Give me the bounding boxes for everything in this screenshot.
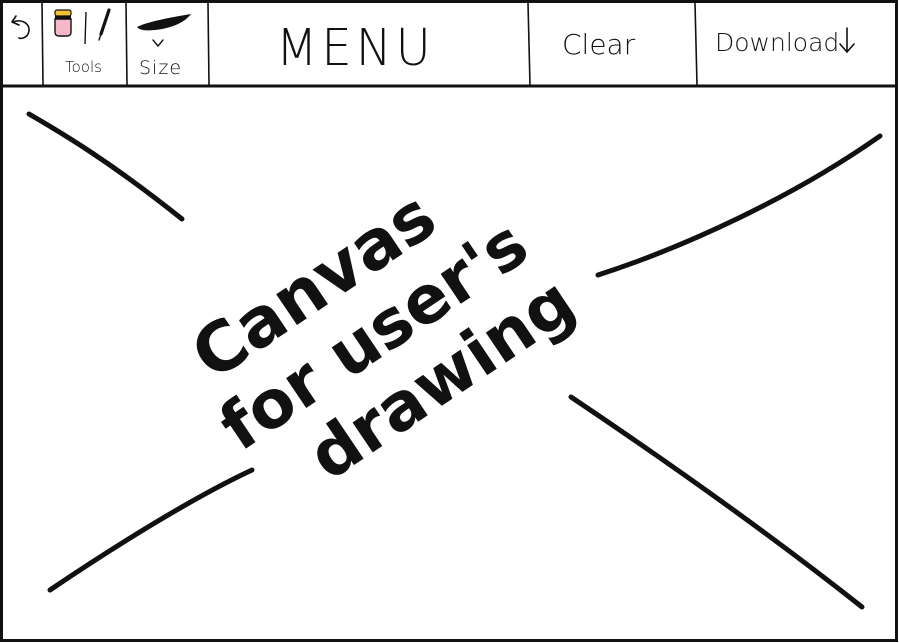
clear-label: Clear [562,28,636,61]
canvas-placeholder-illustration: Canvas for user's drawing [26,111,883,610]
canvas-x-line-bottom-right [568,394,865,610]
size-label: Size [139,57,183,79]
brush-size-stroke-icon [137,14,191,31]
down-arrow-icon [839,27,855,53]
undo-button[interactable] [2,2,42,85]
drawing-canvas[interactable]: Canvas for user's drawing [2,88,895,639]
download-button[interactable]: Download [697,2,895,85]
eraser-icon[interactable] [51,8,77,40]
tools-group: Tools [43,2,126,85]
canvas-x-line-top-left [26,111,185,222]
canvas-x-line-bottom-left [47,467,255,593]
menu-button[interactable]: MENU [210,2,529,85]
canvas-x-line-top-right [595,133,883,278]
tools-label: Tools [65,58,102,76]
clear-button[interactable]: Clear [530,2,696,85]
chevron-down-icon [152,39,164,48]
pen-icon[interactable] [91,4,117,44]
toolbar: Tools Size MENU Clear Download [2,2,895,85]
menu-label: MENU [276,18,435,78]
download-label: Download [715,28,840,57]
size-dropdown[interactable]: Size [127,2,209,85]
undo-arrow-icon [11,15,30,40]
